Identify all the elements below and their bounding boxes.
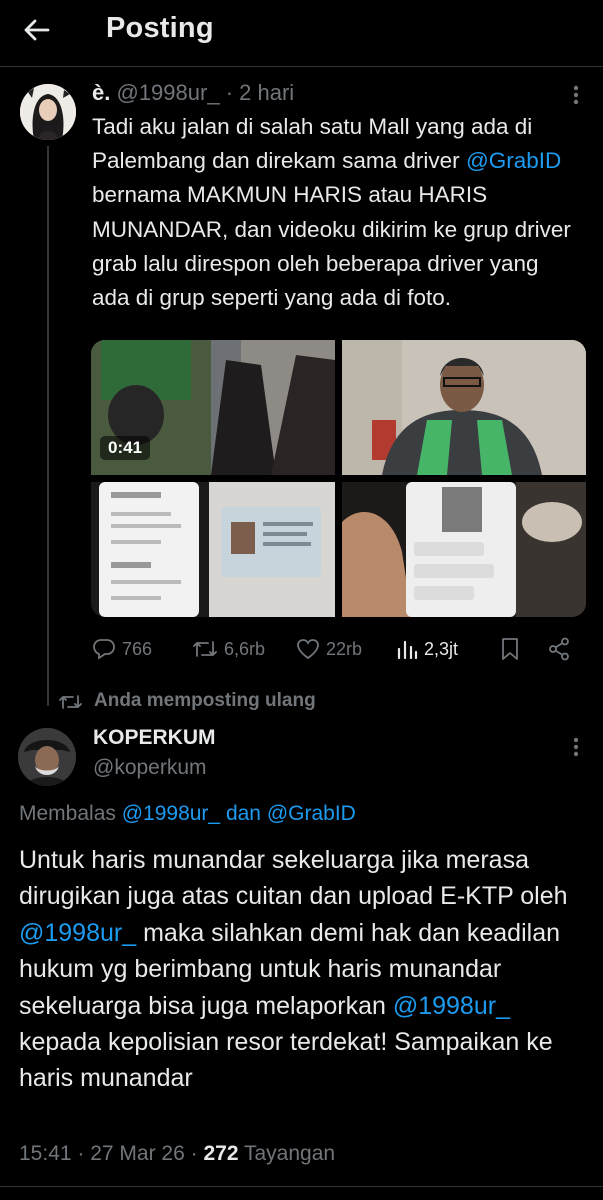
avatar[interactable]	[18, 728, 76, 786]
back-arrow-icon	[24, 19, 50, 41]
photo-image	[91, 482, 335, 617]
mention-link[interactable]: @1998ur_	[19, 919, 136, 947]
separator: ·	[225, 80, 234, 105]
repost-button[interactable]: 6,6rb	[192, 634, 265, 664]
mention-link[interactable]: @GrabID	[267, 802, 356, 825]
reply-context: Membalas @1998ur_ dan @GrabID	[19, 802, 356, 826]
divider	[0, 1186, 603, 1187]
reply-and: dan	[225, 802, 261, 825]
repost-label: Anda memposting ulang	[94, 690, 316, 711]
post-time[interactable]: 15:41	[19, 1142, 72, 1165]
reply-button[interactable]: 766	[92, 634, 152, 664]
photo-image	[342, 482, 586, 617]
tweet-text: Tadi aku jalan di salah satu Mall yang a…	[92, 110, 572, 315]
mention-link[interactable]: @1998ur_	[393, 992, 510, 1020]
tweet-text-part: bernama MAKMUN HARIS atau HARIS MUNANDAR…	[92, 182, 571, 311]
repost-count: 6,6rb	[224, 638, 266, 659]
author-handle[interactable]: @1998ur_	[116, 80, 219, 105]
reply-icon	[93, 639, 115, 660]
repost-icon	[193, 641, 217, 657]
views-count: 272	[203, 1142, 239, 1165]
avatar-image	[20, 84, 76, 140]
tweet-metadata: 15:41 · 27 Mar 26 · 272 Tayangan	[19, 1142, 336, 1165]
views-label: Tayangan	[243, 1142, 336, 1165]
avatar[interactable]	[20, 84, 76, 140]
views-count: 2,3jt	[424, 638, 459, 659]
media-photo[interactable]	[342, 482, 586, 617]
share-button[interactable]	[548, 634, 576, 664]
author-name[interactable]: KOPERKUM	[93, 726, 216, 750]
views-button[interactable]: 2,3jt	[396, 634, 458, 664]
timestamp[interactable]: 2 hari	[239, 80, 294, 105]
reply-prefix: Membalas	[19, 802, 116, 825]
media-photo[interactable]	[91, 482, 335, 617]
mention-link[interactable]: @GrabID	[466, 148, 561, 173]
views-icon	[397, 640, 418, 660]
top-bar	[0, 0, 603, 67]
post-date[interactable]: 27 Mar 26	[90, 1142, 185, 1165]
bookmark-icon	[502, 638, 518, 660]
photo-image	[342, 340, 586, 475]
more-button[interactable]	[566, 80, 586, 110]
tweet-header: è. @1998ur_ · 2 hari	[92, 80, 294, 106]
bookmark-button[interactable]	[500, 634, 526, 664]
author-name[interactable]: è.	[92, 80, 110, 105]
video-duration-badge: 0:41	[100, 436, 151, 460]
back-button[interactable]	[22, 12, 62, 48]
like-button[interactable]: 22rb	[296, 634, 362, 664]
repost-indicator-icon	[58, 692, 84, 712]
more-icon	[573, 737, 579, 757]
tweet-text-part: Untuk haris munandar sekeluarga jika mer…	[19, 846, 568, 911]
more-button[interactable]	[566, 732, 586, 762]
thread-line	[47, 146, 49, 706]
author-handle[interactable]: @koperkum	[93, 756, 207, 780]
share-icon	[549, 637, 569, 661]
more-icon	[573, 85, 579, 105]
tweet-text: Untuk haris munandar sekeluarga jika mer…	[19, 842, 579, 1097]
reply-count: 766	[122, 638, 153, 659]
mention-link[interactable]: @1998ur_	[122, 802, 220, 825]
tweet-text-part: kepada kepolisian resor terdekat! Sampai…	[19, 1028, 553, 1093]
avatar-image	[18, 728, 76, 786]
like-count: 22rb	[326, 638, 363, 659]
media-photo[interactable]	[342, 340, 586, 475]
page-title: Posting	[106, 12, 214, 44]
like-icon	[297, 639, 319, 660]
